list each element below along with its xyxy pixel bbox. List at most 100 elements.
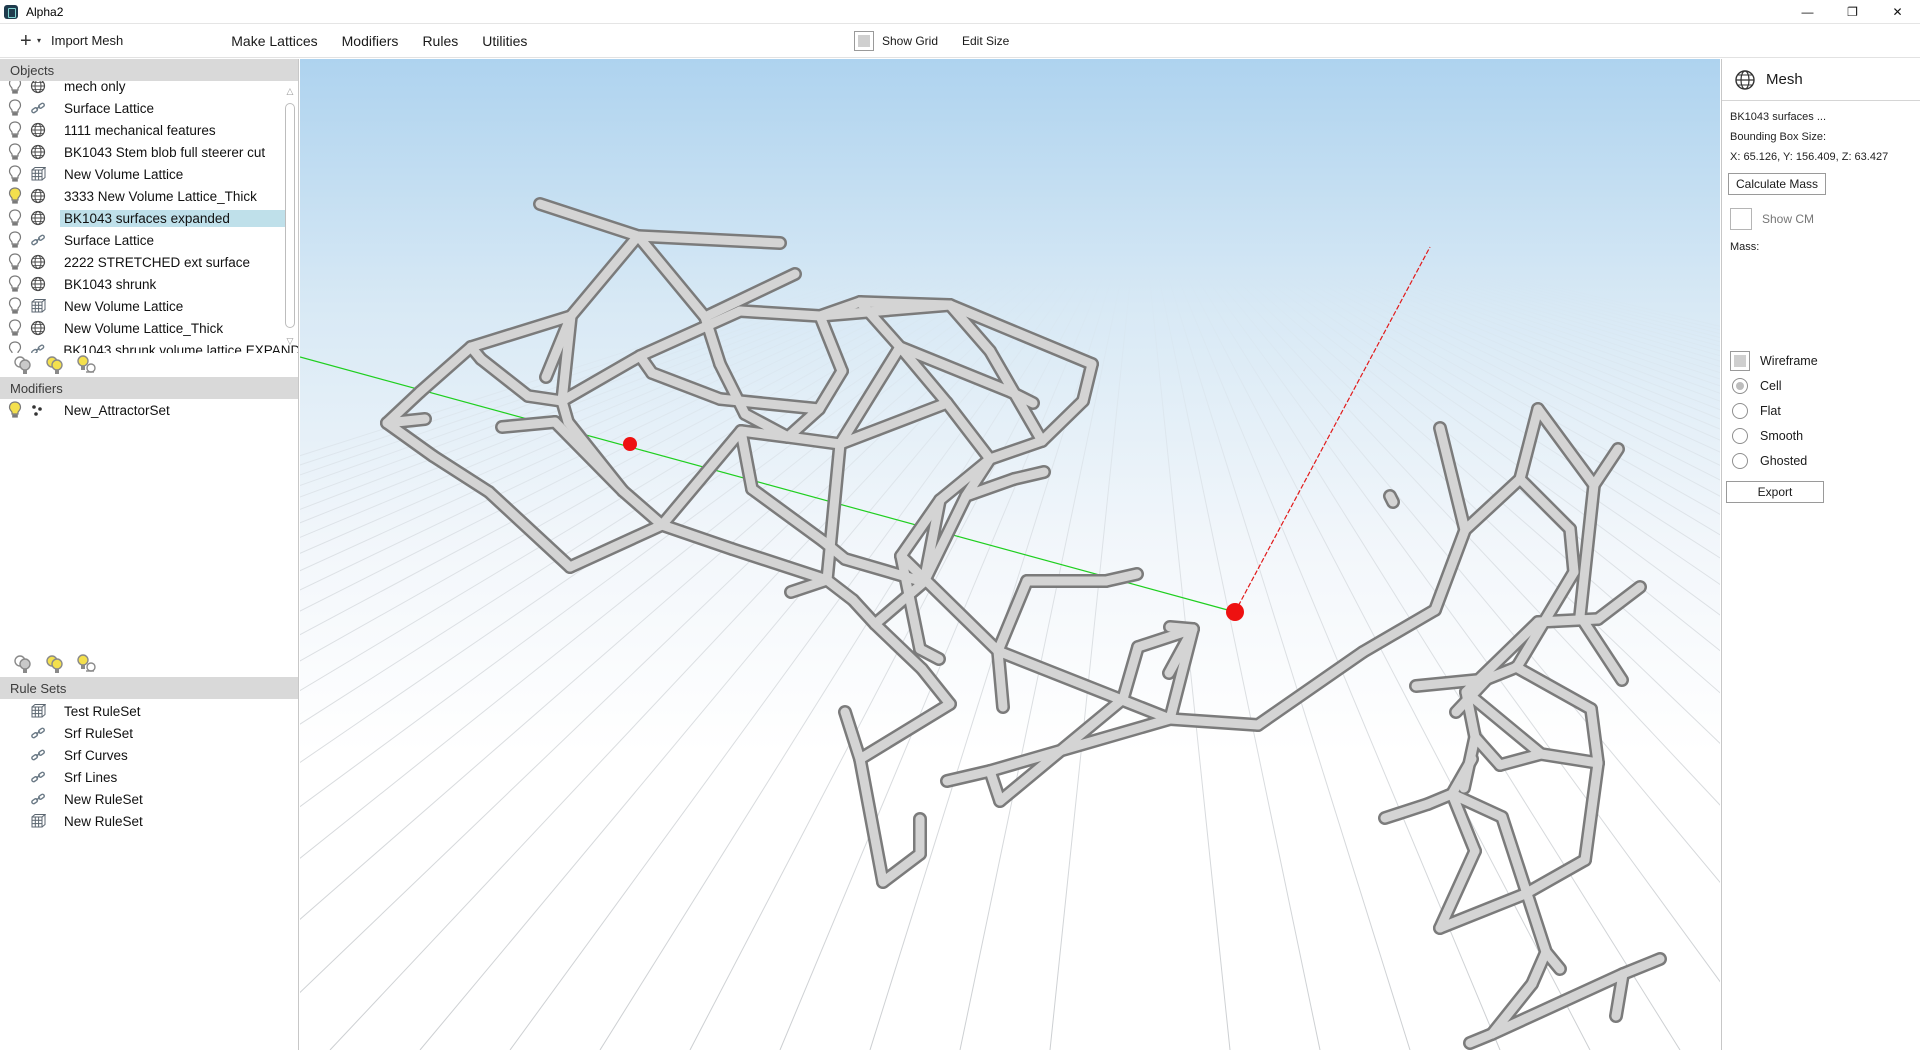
- strut: [1565, 524, 1579, 577]
- bulb-off-icon[interactable]: [8, 165, 22, 183]
- strut: [1495, 749, 1546, 770]
- 3d-viewport[interactable]: [300, 59, 1720, 1050]
- object-item[interactable]: BK1043 shrunk: [0, 273, 298, 295]
- rule-set-item[interactable]: Srf RuleSet: [0, 722, 298, 744]
- attractor-point[interactable]: [623, 437, 637, 451]
- object-item[interactable]: BK1043 surfaces expanded: [0, 207, 298, 229]
- strut: [1527, 947, 1551, 989]
- object-item[interactable]: BK1043 Stem blob full steerer cut: [0, 141, 298, 163]
- menu-rules[interactable]: Rules: [410, 27, 470, 55]
- origin-marker[interactable]: [1226, 603, 1244, 621]
- radio-circle[interactable]: [1732, 452, 1748, 469]
- bulb-off-icon[interactable]: [8, 297, 22, 315]
- bulb-off-icon[interactable]: [8, 121, 22, 139]
- object-item[interactable]: BK1043 shrunk volume lattice EXPANDI: [0, 339, 298, 353]
- render-mode-label: Smooth: [1760, 428, 1804, 443]
- strut: [1165, 714, 1263, 730]
- globe-icon: [30, 122, 46, 138]
- radio-circle[interactable]: [1732, 402, 1748, 419]
- hide-all-icon[interactable]: [12, 354, 34, 376]
- toggle-visibility-icon[interactable]: [76, 653, 98, 675]
- render-mode-flat-radio[interactable]: Flat: [1732, 398, 1920, 423]
- bulb-off-icon[interactable]: [8, 319, 22, 337]
- toggle-visibility-icon[interactable]: [76, 354, 98, 376]
- render-mode-smooth-radio[interactable]: Smooth: [1732, 423, 1920, 448]
- radio-circle[interactable]: [1732, 377, 1748, 394]
- bulb-off-icon[interactable]: [8, 253, 22, 271]
- export-button[interactable]: Export: [1726, 481, 1824, 503]
- scroll-up-icon[interactable]: △: [284, 85, 296, 97]
- wireframe-toggle[interactable]: Wireframe: [1730, 349, 1920, 373]
- rule-set-item[interactable]: New RuleSet: [0, 810, 298, 832]
- object-item[interactable]: mech only: [0, 81, 298, 97]
- grid-line: [689, 263, 1101, 1050]
- strut: [735, 306, 825, 321]
- maximize-button[interactable]: ❐: [1830, 0, 1875, 24]
- hide-all-icon[interactable]: [12, 653, 34, 675]
- grid-line: [1427, 263, 1720, 343]
- object-item[interactable]: Surface Lattice: [0, 97, 298, 119]
- object-item[interactable]: Surface Lattice: [0, 229, 298, 251]
- objects-scrollbar[interactable]: △ ▽: [284, 85, 296, 347]
- viewport-scene[interactable]: [300, 59, 1720, 1050]
- show-grid-toggle[interactable]: Show Grid: [854, 30, 938, 52]
- chain-icon: [30, 769, 46, 785]
- render-mode-cell-radio[interactable]: Cell: [1732, 373, 1920, 398]
- grid-cube-icon: [30, 703, 47, 719]
- chain-icon: [30, 232, 46, 248]
- object-item[interactable]: New Volume Lattice_Thick: [0, 317, 298, 339]
- menu-make-lattices[interactable]: Make Lattices: [219, 27, 329, 55]
- calculate-mass-button[interactable]: Calculate Mass: [1728, 173, 1826, 195]
- bulb-off-icon[interactable]: [8, 81, 22, 95]
- wireframe-label: Wireframe: [1760, 354, 1818, 368]
- rule_sets-label: Srf Curves: [64, 747, 128, 763]
- bulb-off-icon[interactable]: [8, 209, 22, 227]
- object-item[interactable]: 2222 STRETCHED ext surface: [0, 251, 298, 273]
- show-all-icon[interactable]: [44, 354, 66, 376]
- bulb-on-icon[interactable]: [8, 401, 22, 419]
- scroll-thumb[interactable]: [285, 103, 295, 328]
- show-grid-checkbox[interactable]: [854, 31, 874, 51]
- rule_sets-label: New RuleSet: [64, 813, 143, 829]
- strut: [484, 487, 575, 572]
- bulb-off-icon[interactable]: [8, 143, 22, 161]
- bulb-off-icon[interactable]: [8, 341, 22, 353]
- globe-icon: [30, 188, 46, 204]
- strut: [995, 694, 1128, 806]
- scroll-down-icon[interactable]: ▽: [284, 335, 296, 347]
- wireframe-checkbox[interactable]: [1730, 351, 1750, 371]
- rule-set-item[interactable]: Srf Lines: [0, 766, 298, 788]
- minimize-button[interactable]: —: [1785, 0, 1830, 24]
- object-item[interactable]: 3333 New Volume Lattice_Thick: [0, 185, 298, 207]
- show-cm-checkbox[interactable]: [1730, 208, 1752, 230]
- bulb-off-icon[interactable]: [8, 231, 22, 249]
- show-all-icon[interactable]: [44, 653, 66, 675]
- bulb-on-icon[interactable]: [8, 187, 22, 205]
- menu-utilities[interactable]: Utilities: [470, 27, 539, 55]
- objects-label: Surface Lattice: [64, 100, 155, 116]
- object-item[interactable]: New Volume Lattice: [0, 163, 298, 185]
- modifier-item[interactable]: New_AttractorSet: [0, 399, 298, 421]
- rule-set-item[interactable]: Srf Curves: [0, 744, 298, 766]
- object-item[interactable]: New Volume Lattice: [0, 295, 298, 317]
- bulb-off-icon[interactable]: [8, 99, 22, 117]
- radio-circle[interactable]: [1732, 427, 1748, 444]
- bulb-off-icon[interactable]: [8, 275, 22, 293]
- grid-cube-icon: [30, 813, 47, 829]
- globe-icon: [30, 144, 46, 160]
- show-cm-toggle[interactable]: Show CM: [1730, 207, 1920, 231]
- close-button[interactable]: ✕: [1875, 0, 1920, 24]
- rule-set-item[interactable]: New RuleSet: [0, 788, 298, 810]
- strut: [1460, 474, 1525, 535]
- strut: [633, 231, 710, 322]
- objects-label: BK1043 shrunk: [64, 276, 157, 292]
- object-item[interactable]: 1111 mechanical features: [0, 119, 298, 141]
- strut: [523, 391, 567, 406]
- strut: [1575, 611, 1627, 685]
- edit-size-button[interactable]: Edit Size: [962, 30, 1009, 52]
- rule-sets-list: Test RuleSet Srf RuleSet Srf Curves Srf Lin…: [0, 699, 298, 832]
- rule-set-item[interactable]: Test RuleSet: [0, 700, 298, 722]
- import-mesh-button[interactable]: + ▾ Import Mesh: [16, 27, 127, 55]
- menu-modifiers[interactable]: Modifiers: [330, 27, 411, 55]
- render-mode-ghosted-radio[interactable]: Ghosted: [1732, 448, 1920, 473]
